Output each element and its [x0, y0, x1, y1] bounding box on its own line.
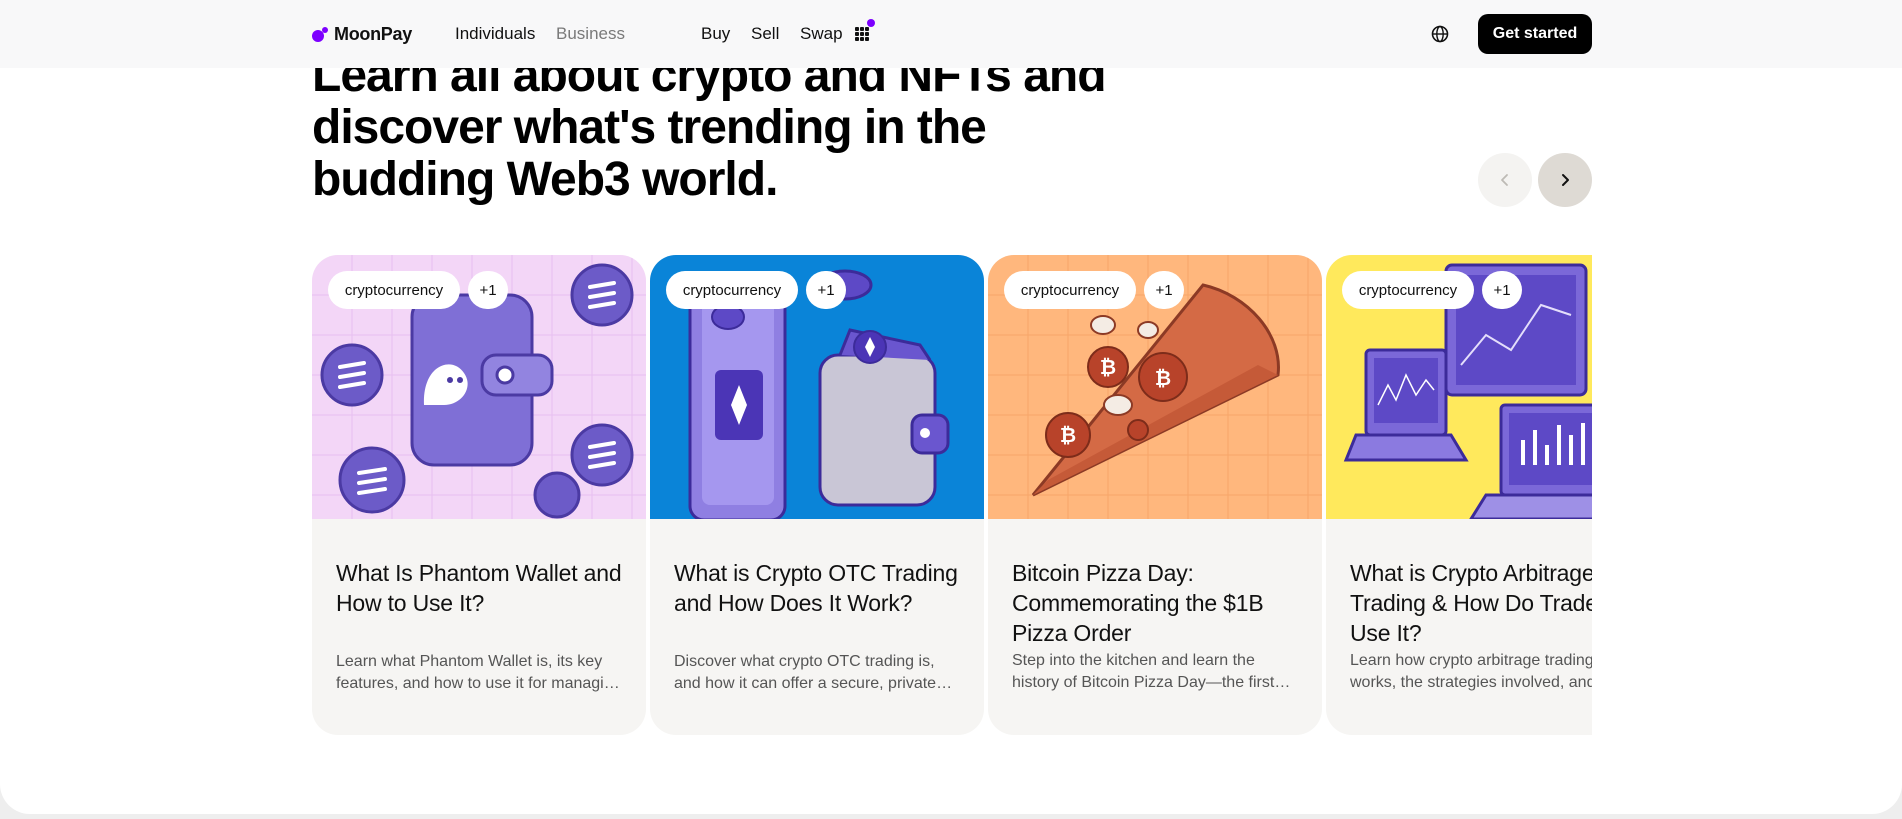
moon-logo-icon — [312, 26, 328, 43]
article-description: Learn what Phantom Wallet is, its key fe… — [336, 653, 622, 692]
globe-icon[interactable] — [1430, 24, 1450, 44]
article-description: Step into the kitchen and learn the hist… — [1012, 652, 1275, 691]
category-tag[interactable]: cryptocurrency — [328, 271, 460, 309]
article-description: Learn how crypto arbitrage trading works… — [1350, 652, 1592, 691]
article-title[interactable]: What is Crypto OTC Trading and How Does … — [674, 558, 964, 618]
extra-tags-badge[interactable]: +1 — [1482, 271, 1522, 309]
category-tag[interactable]: cryptocurrency — [1004, 271, 1136, 309]
chevron-left-icon — [1501, 174, 1508, 186]
article-title[interactable]: Bitcoin Pizza Day: Commemorating the $1B… — [1012, 558, 1302, 648]
svg-text:₿: ₿ — [1100, 355, 1116, 379]
article-description: Discover what crypto OTC trading is, and… — [674, 653, 937, 692]
nav-swap[interactable]: Swap — [800, 24, 843, 44]
chevron-right-icon — [1562, 174, 1569, 186]
article-card[interactable]: ₿ ₿ ₿ cryptocurrency +1 Bitcoin Pizza Day:… — [988, 255, 1322, 735]
page: MoonPay Individuals Business Buy Sell Sw… — [0, 0, 1902, 814]
page-headline: Learn all about crypto and NFTs and disc… — [312, 49, 1107, 206]
article-card[interactable]: cryptocurrency +1 What is Crypto Arbitra… — [1326, 255, 1592, 735]
get-started-button[interactable]: Get started — [1478, 14, 1592, 54]
carousel-next-button[interactable] — [1538, 153, 1592, 207]
carousel-prev-button[interactable] — [1478, 153, 1532, 207]
apps-grid-icon[interactable] — [855, 27, 869, 41]
nav-buy[interactable]: Buy — [701, 24, 730, 44]
logo-text: MoonPay — [334, 24, 412, 44]
notification-dot — [867, 19, 875, 27]
moonpay-logo[interactable]: MoonPay — [312, 24, 412, 45]
nav-individuals[interactable]: Individuals — [455, 24, 535, 44]
svg-text:₿: ₿ — [1060, 423, 1076, 447]
category-tag[interactable]: cryptocurrency — [1342, 271, 1474, 309]
article-title[interactable]: What is Crypto Arbitrage Trading & How D… — [1350, 558, 1592, 648]
nav-sell[interactable]: Sell — [751, 24, 779, 44]
nav-business[interactable]: Business — [556, 24, 625, 44]
article-card[interactable]: cryptocurrency +1 What Is Phantom Wallet… — [312, 255, 646, 735]
article-carousel[interactable]: cryptocurrency +1 What Is Phantom Wallet… — [312, 255, 1592, 735]
extra-tags-badge[interactable]: +1 — [1144, 271, 1184, 309]
article-card[interactable]: cryptocurrency +1 What is Crypto OTC Tra… — [650, 255, 984, 735]
top-navigation-bar: MoonPay Individuals Business Buy Sell Sw… — [0, 0, 1902, 68]
extra-tags-badge[interactable]: +1 — [806, 271, 846, 309]
extra-tags-badge[interactable]: +1 — [468, 271, 508, 309]
article-title[interactable]: What Is Phantom Wallet and How to Use It… — [336, 558, 626, 618]
category-tag[interactable]: cryptocurrency — [666, 271, 798, 309]
svg-text:₿: ₿ — [1155, 366, 1171, 390]
